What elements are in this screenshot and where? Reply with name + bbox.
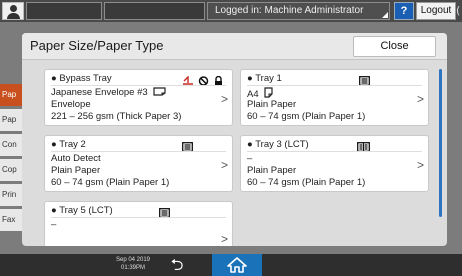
tray-status-icons: [357, 139, 370, 152]
clock-time: 01:39PM: [120, 265, 145, 271]
tray-paper-weight: 221 – 256 gsm (Thick Paper 3): [51, 111, 182, 122]
tray-paper-weight: 60 – 74 gsm (Plain Paper 1): [247, 111, 366, 122]
status-segment-2[interactable]: [26, 2, 102, 20]
tray-status-icons: [182, 139, 193, 152]
landscape-orientation-icon: [153, 87, 166, 96]
tray-card-2[interactable]: ● Tray 2 Auto Detect Plain Paper 60 – 74…: [44, 135, 233, 192]
power-icon[interactable]: (: [456, 3, 462, 19]
card-divider: [247, 151, 422, 152]
close-button[interactable]: Close: [353, 36, 436, 57]
chevron-right-icon: >: [220, 158, 228, 172]
status-segment-3[interactable]: [104, 2, 205, 20]
home-icon: [227, 257, 247, 273]
login-status-text: Logged in: Machine Administrator: [215, 5, 364, 16]
dialog-header: Paper Size/Paper Type Close: [22, 33, 447, 60]
scrollbar-thumb[interactable]: [439, 69, 442, 217]
tray-name: ● Tray 5 (LCT): [51, 205, 113, 216]
corner-indicator-icon: [382, 12, 388, 18]
tray-status-icons: [359, 73, 370, 86]
background-tab: Pap: [0, 84, 22, 106]
background-tab: Pap: [0, 109, 22, 131]
tray-paper-type: Envelope: [51, 99, 91, 110]
tray-status-icons: [182, 73, 223, 86]
clock: Sep 04 2019 01:39PM: [113, 256, 153, 272]
tray-card-3-lct[interactable]: ● Tray 3 (LCT) – Plain Paper 60 – 74 gsm…: [240, 135, 429, 192]
tray-name: ● Tray 3 (LCT): [247, 139, 309, 150]
logout-button[interactable]: Logout: [416, 2, 456, 20]
tray-card-bypass[interactable]: ● Bypass Tray Japanese Envelope #3 Envel…: [44, 69, 233, 126]
chevron-right-icon: >: [220, 232, 228, 246]
card-divider: [247, 85, 422, 86]
tray-paper-size: –: [51, 219, 57, 230]
login-status[interactable]: Logged in: Machine Administrator: [207, 2, 390, 20]
background-tab: Con: [0, 134, 22, 156]
tray-paper-size: –: [247, 153, 253, 164]
tray-card-1[interactable]: ● Tray 1 A4 Plain Paper 60 – 74 gsm (Pla…: [240, 69, 429, 126]
chevron-right-icon: >: [416, 158, 424, 172]
scrollbar[interactable]: [439, 69, 443, 243]
card-divider: [51, 151, 226, 152]
tray-paper-size: Auto Detect: [51, 153, 101, 164]
clock-date: Sep 04 2019: [115, 257, 151, 263]
paper-size-dialog: Paper Size/Paper Type Close ● Bypass Tra…: [22, 33, 447, 246]
tray-paper-type: Plain Paper: [247, 165, 297, 176]
back-icon[interactable]: ⮌: [166, 256, 188, 274]
tray-paper-weight: 60 – 74 gsm (Plain Paper 1): [247, 177, 366, 188]
tray-paper-type: Plain Paper: [51, 165, 101, 176]
background-tab: Cop: [0, 159, 22, 181]
background-tab: Prin: [0, 184, 22, 206]
background-tabs: Pap Pap Con Cop Prin Fax: [0, 84, 22, 234]
top-status-bar: Logged in: Machine Administrator ? Logou…: [0, 0, 462, 22]
card-divider: [51, 217, 226, 218]
background-tab: Fax: [0, 209, 22, 231]
tray-name: ● Tray 1: [247, 73, 282, 84]
tray-paper-weight: 60 – 74 gsm (Plain Paper 1): [51, 177, 170, 188]
help-button[interactable]: ?: [394, 2, 414, 20]
tray-name: ● Bypass Tray: [51, 73, 112, 84]
tray-paper-type: Plain Paper: [247, 99, 297, 110]
home-button[interactable]: [212, 254, 262, 276]
tray-paper-size-row: Japanese Envelope #3: [51, 87, 166, 98]
chevron-right-icon: >: [220, 92, 228, 106]
user-icon[interactable]: [2, 2, 24, 20]
tray-name: ● Tray 2: [51, 139, 86, 150]
bottom-bar: Sep 04 2019 01:39PM ⮌: [0, 254, 462, 276]
dialog-title: Paper Size/Paper Type: [30, 38, 164, 53]
portrait-orientation-icon: [264, 87, 273, 98]
tray-card-5-lct[interactable]: ● Tray 5 (LCT) – >: [44, 201, 233, 246]
chevron-right-icon: >: [416, 92, 424, 106]
tray-status-icons: [159, 205, 170, 218]
tray-paper-size: Japanese Envelope #3: [51, 87, 148, 98]
card-divider: [51, 85, 226, 86]
